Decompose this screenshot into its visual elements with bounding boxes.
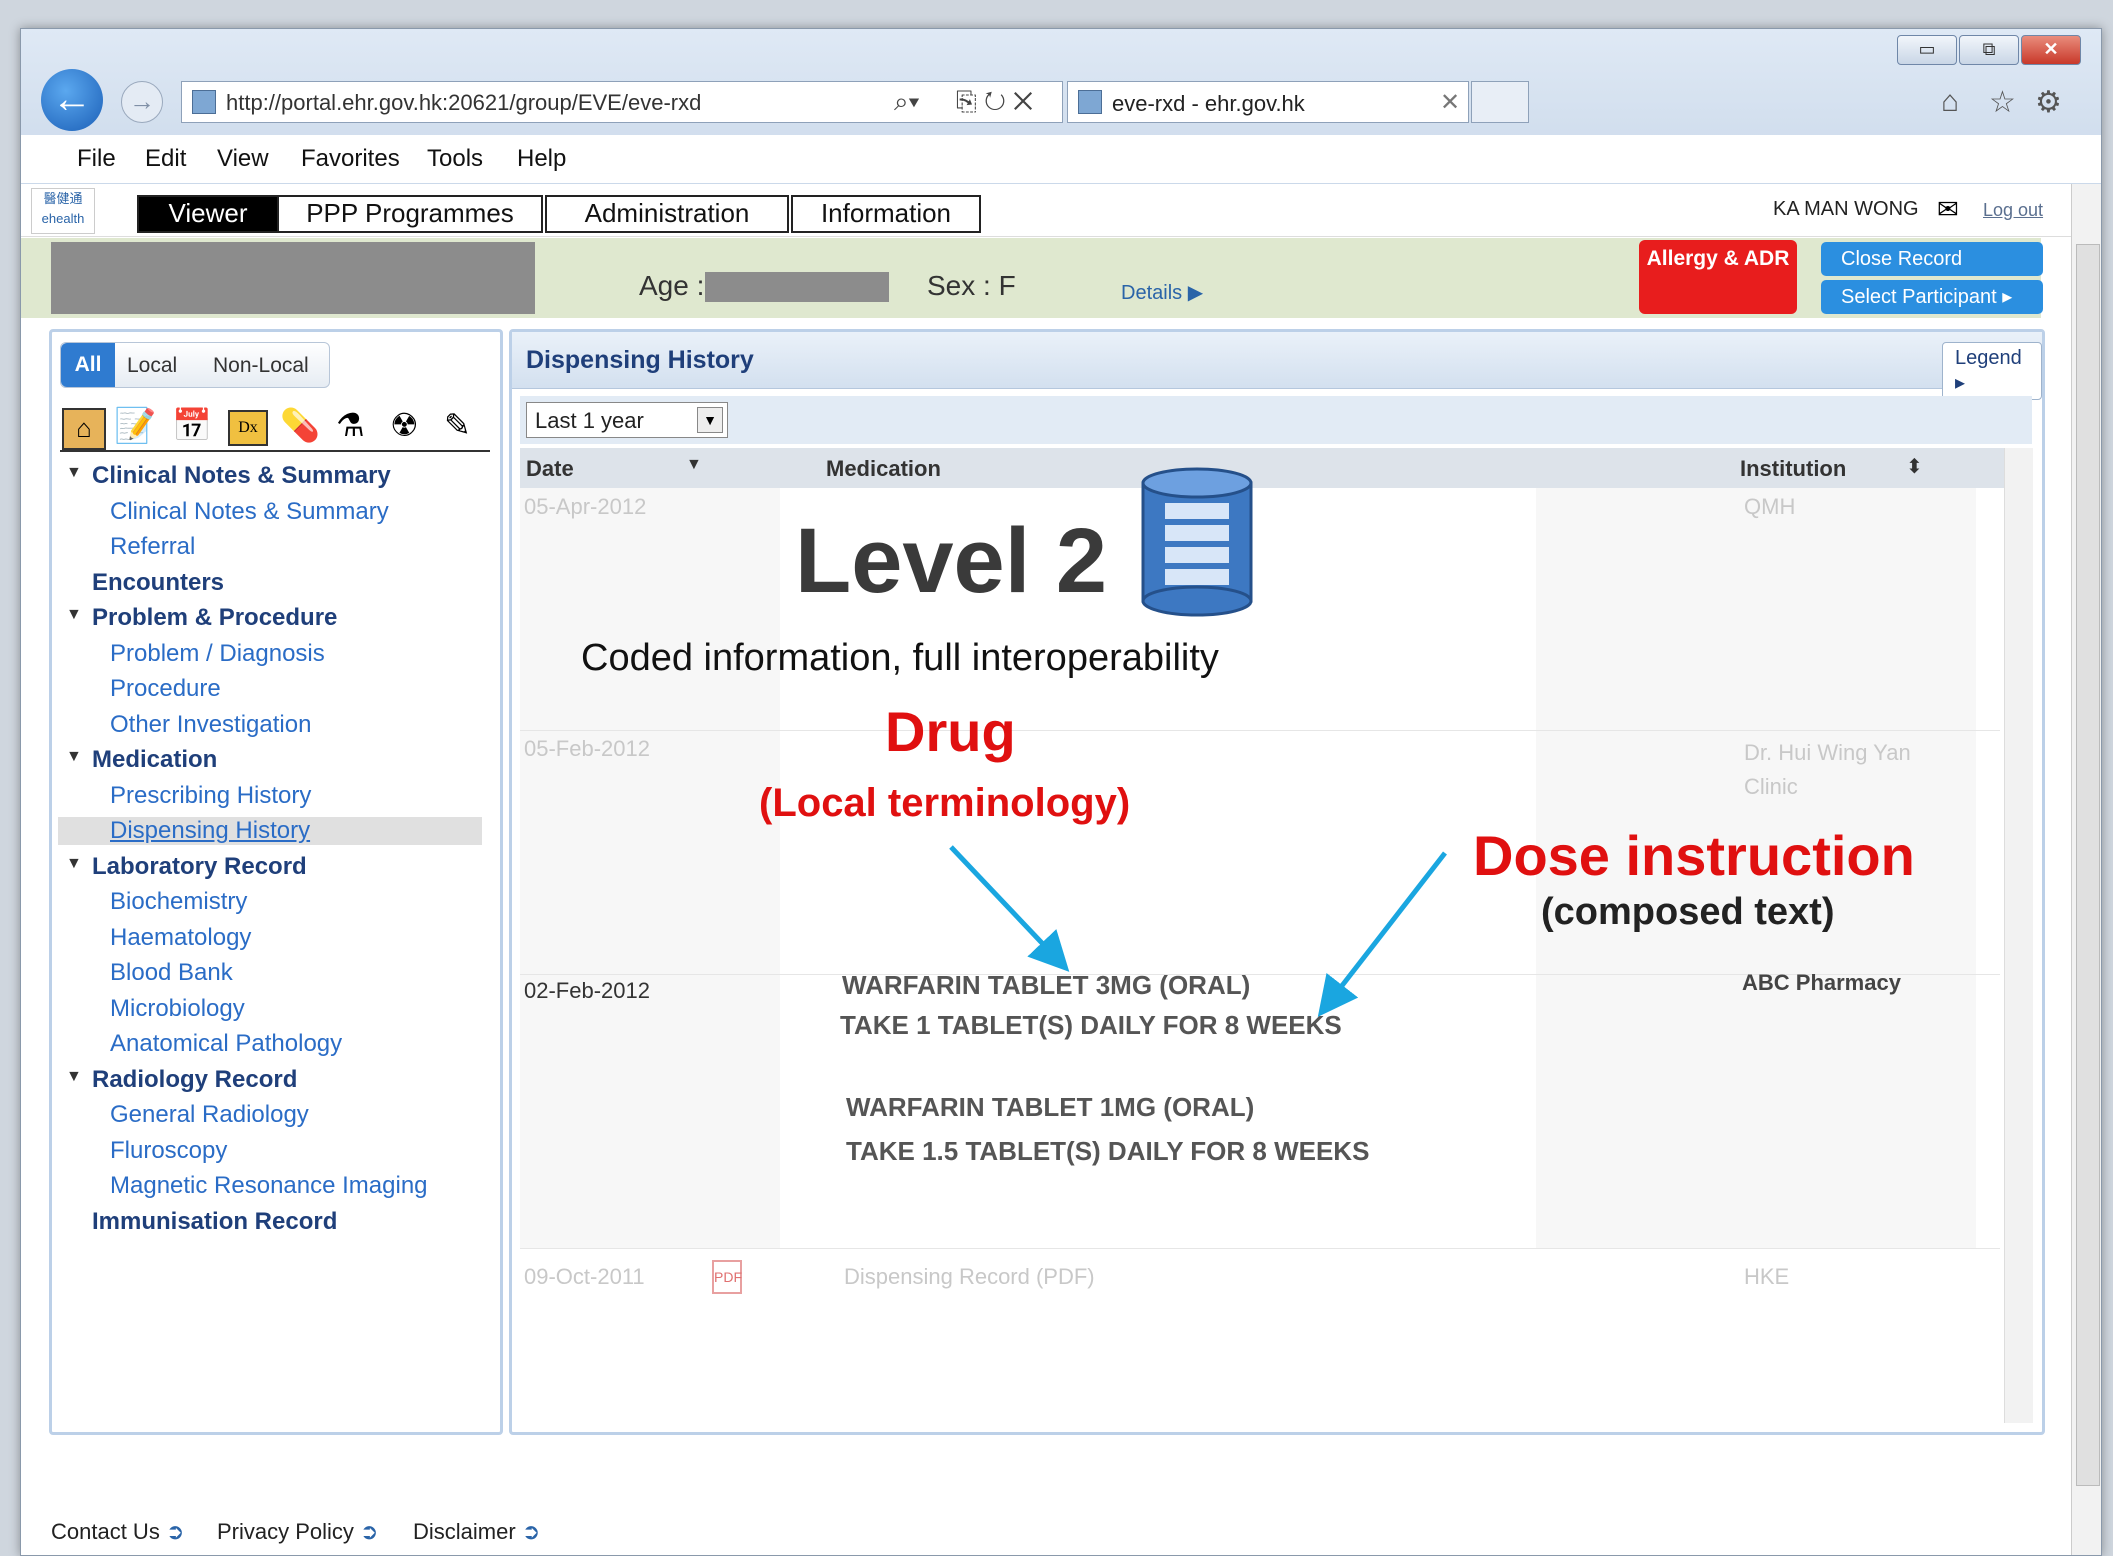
privacy-policy-link[interactable]: Privacy Policy ➲	[217, 1519, 378, 1545]
pdf-icon[interactable]: PDF	[712, 1260, 742, 1294]
contact-us-link[interactable]: Contact Us ➲	[51, 1519, 184, 1545]
row4-medication[interactable]: Dispensing Record (PDF)	[844, 1264, 1095, 1290]
row4-date: 09-Oct-2011	[524, 1264, 645, 1289]
dose-arrow	[1317, 851, 1447, 1017]
annotation-arrows	[949, 845, 1447, 1017]
disclaimer-link[interactable]: Disclaimer ➲	[413, 1519, 540, 1545]
browser-window: ▭ ⧉ ✕ ← → http://portal.ehr.gov.hk:20621…	[20, 28, 2102, 1556]
footer: Contact Us ➲ Privacy Policy ➲ Disclaimer…	[21, 1499, 2071, 1555]
drug-arrow	[949, 845, 1070, 972]
row4-institution: HKE	[1744, 1264, 1790, 1289]
